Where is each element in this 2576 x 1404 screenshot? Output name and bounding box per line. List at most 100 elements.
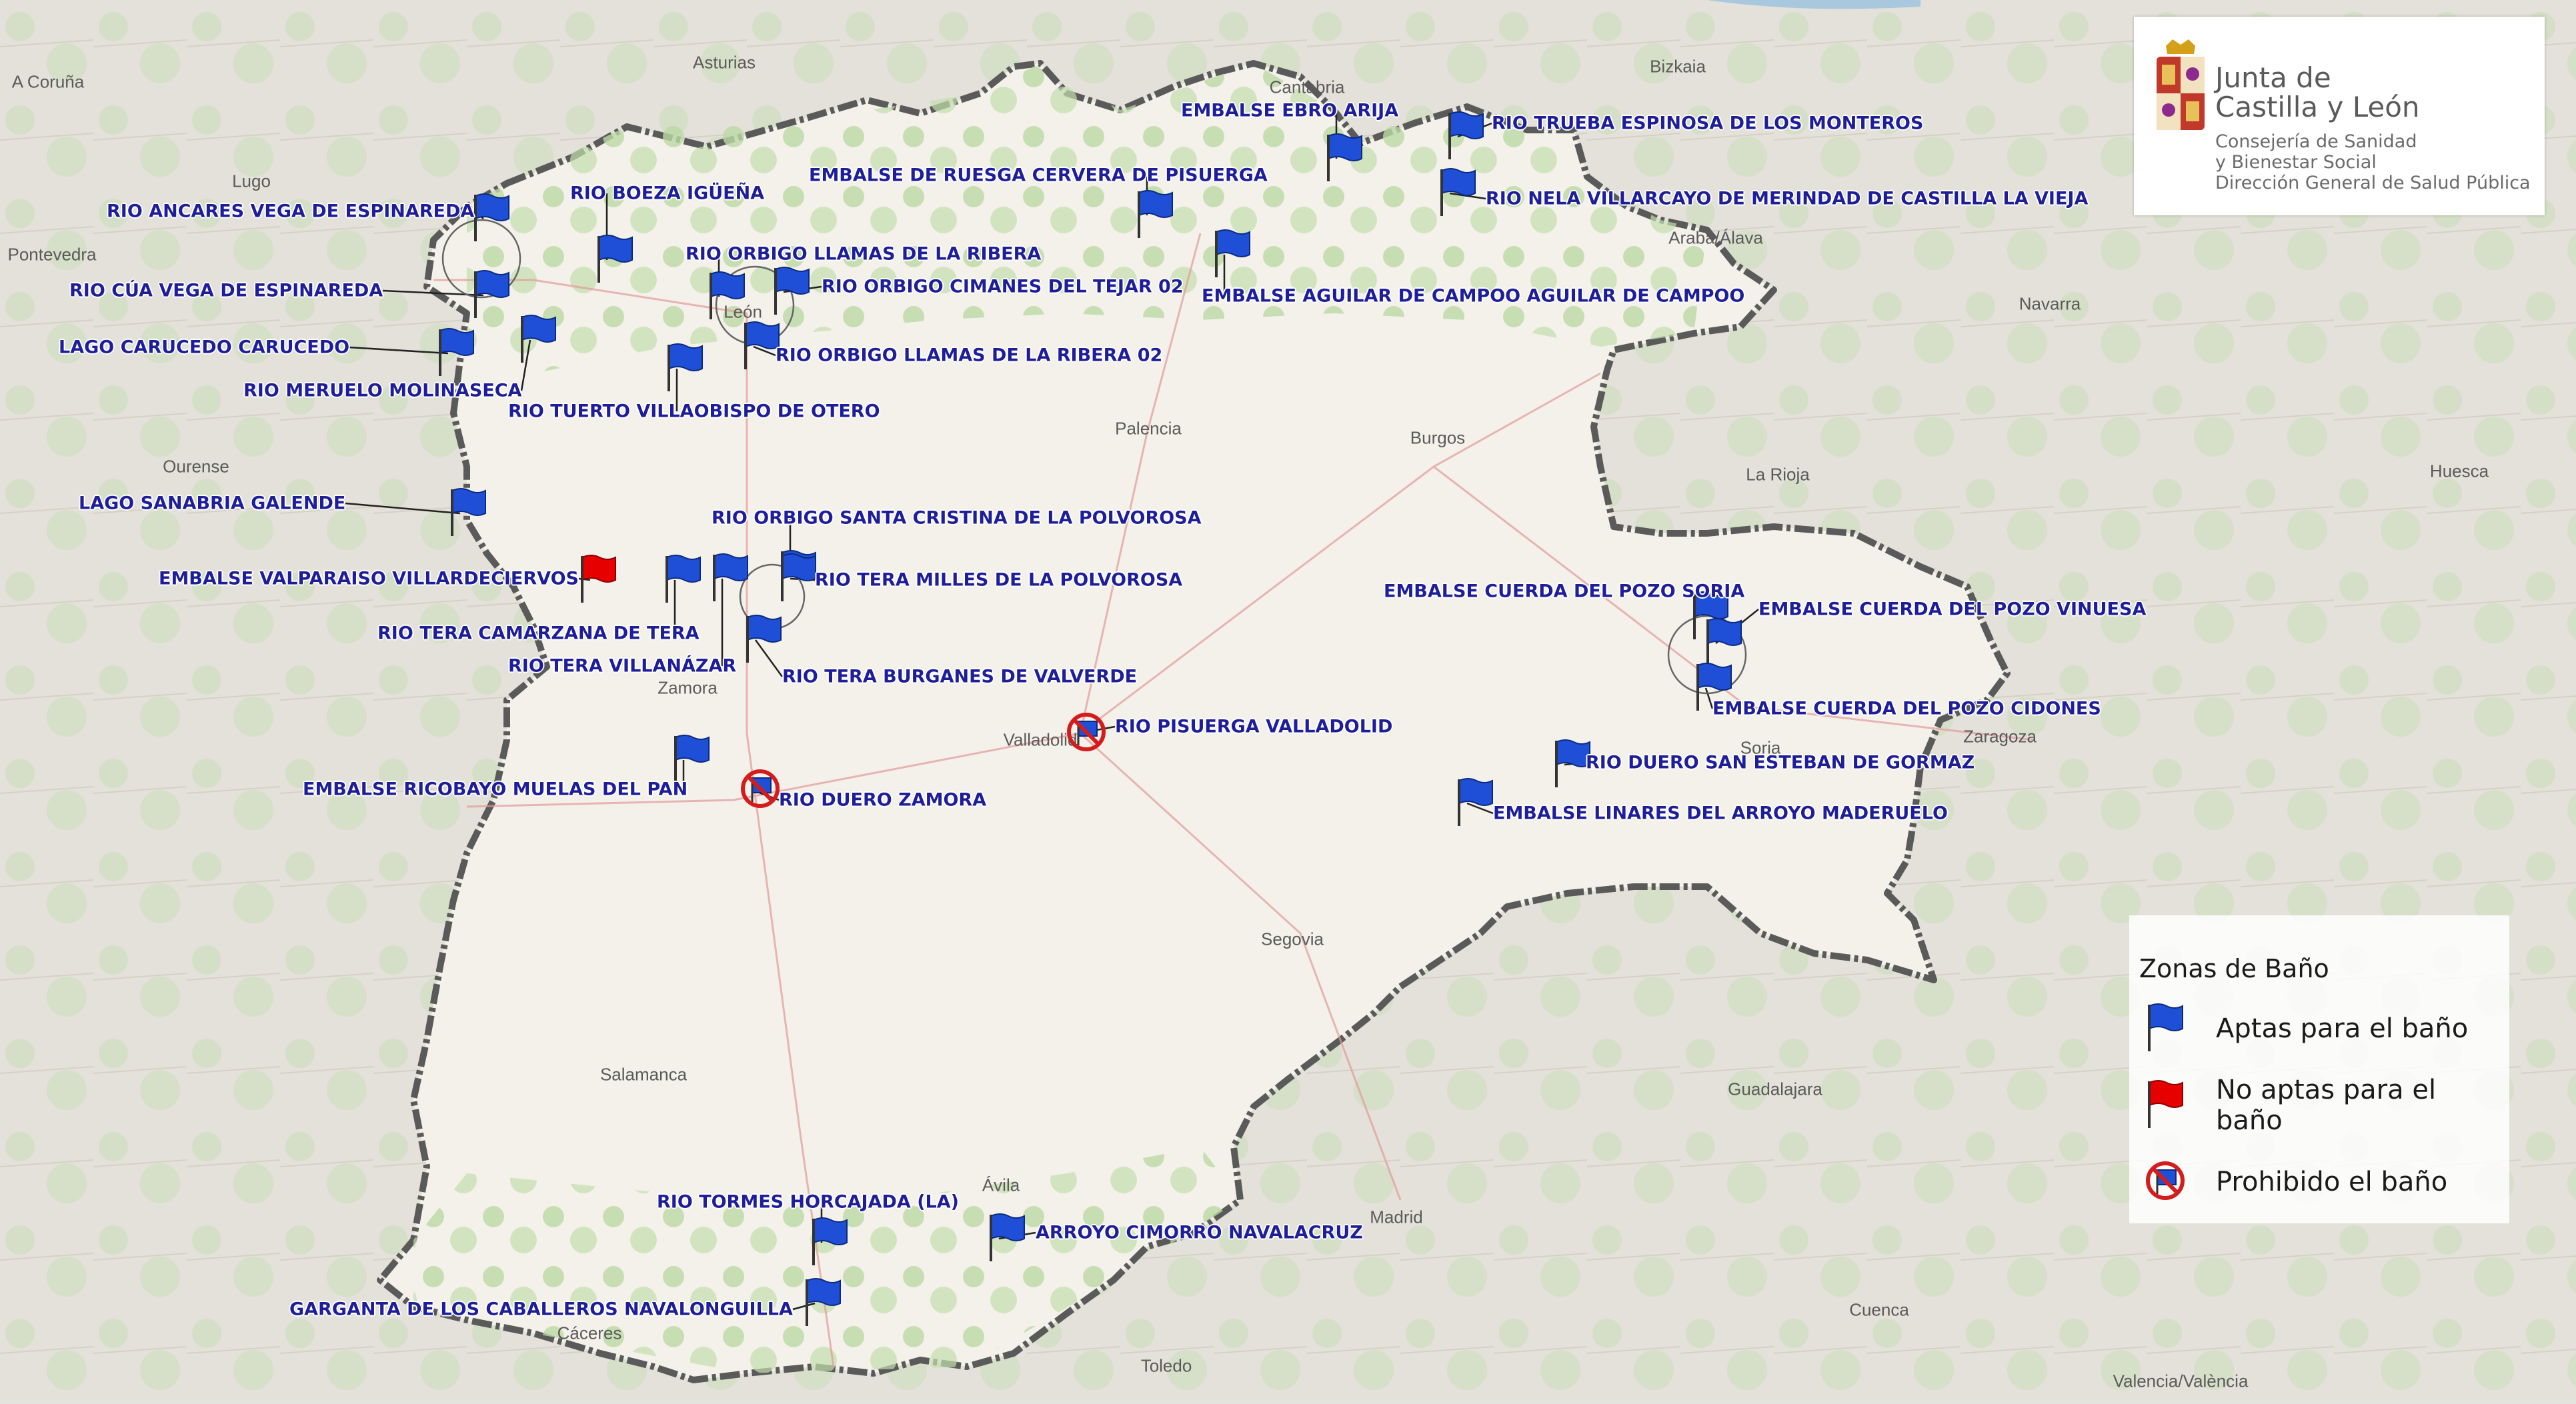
marker-rio-boeza-iguena-blue-flag-icon[interactable] <box>593 233 636 284</box>
marker-arroyo-cimorro-navalacruz-blue-flag-icon[interactable] <box>986 1212 1028 1263</box>
place-label-navarra: Navarra <box>2019 293 2081 314</box>
place-label-pontevedra: Pontevedra <box>7 244 97 265</box>
marker-embalse-de-ruesga-cervera-de-pisuerga-blue-flag-icon[interactable] <box>1134 189 1176 239</box>
zone-label-rio-tera-villanazar: RIO TERA VILLANÁZAR <box>508 655 737 677</box>
marker-rio-meruelo-molinaseca-blue-flag-icon[interactable] <box>517 313 559 364</box>
zone-label-rio-orbigo-llamas-de-la-ribera: RIO ORBIGO LLAMAS DE LA RIBERA <box>686 243 1042 265</box>
marker-embalse-cuerda-del-pozo-vinuesa-blue-flag-icon[interactable] <box>1702 617 1745 667</box>
place-label-cantabria: Cantabria <box>1269 77 1345 97</box>
zone-label-rio-tera-burganes-de-valverde: RIO TERA BURGANES DE VALVERDE <box>782 666 1138 687</box>
legend-title: Zonas de Baño <box>2139 954 2329 983</box>
logo-subtitle: Consejería de Sanidad y Bienestar Social… <box>2215 131 2531 193</box>
place-label-madrid: Madrid <box>1370 1207 1423 1227</box>
legend: Zonas de Baño Aptas para el baño No aptas… <box>2129 915 2509 1223</box>
coat-of-arms-icon <box>2157 39 2205 130</box>
marker-rio-tormes-horcajada-la-blue-flag-icon[interactable] <box>808 1216 851 1267</box>
zone-label-rio-orbigo-cimanes-del-tejar-02: RIO ORBIGO CIMANES DEL TEJAR 02 <box>822 276 1184 297</box>
marker-embalse-linares-del-arroyo-maderuelo-blue-flag-icon[interactable] <box>1454 777 1496 827</box>
zone-label-rio-nela-villarcayo-de-merindad-de-castilla-la-vieja: RIO NELA VILLARCAYO DE MERINDAD DE CASTI… <box>1486 188 2089 209</box>
zone-label-embalse-cuerda-del-pozo-soria: EMBALSE CUERDA DEL POZO SORIA <box>1384 581 1745 602</box>
zone-label-rio-cua-vega-de-espinareda: RIO CÚA VEGA DE ESPINAREDA <box>69 280 383 301</box>
marker-rio-trueba-espinosa-de-los-monteros-blue-flag-icon[interactable] <box>1444 110 1487 161</box>
zone-label-rio-tera-camarzana-de-tera: RIO TERA CAMARZANA DE TERA <box>377 623 700 644</box>
marker-embalse-aguilar-de-campoo-aguilar-de-campoo-blue-flag-icon[interactable] <box>1211 228 1254 279</box>
marker-embalse-ebro-arija-blue-flag-icon[interactable] <box>1323 132 1366 183</box>
place-label-toledo: Toledo <box>1140 1355 1192 1376</box>
place-label-asturias: Asturias <box>693 52 756 73</box>
place-label-segovia: Segovia <box>1261 929 1324 949</box>
logo-sub-line1: Consejería de Sanidad <box>2215 131 2417 152</box>
zone-label-rio-boeza-iguena: RIO BOEZA IGÜEÑA <box>570 183 765 204</box>
logo-sub-line2: y Bienestar Social <box>2215 152 2377 173</box>
place-label-huesca: Huesca <box>2429 461 2489 481</box>
zone-label-rio-tera-milles-de-la-polvorosa: RIO TERA MILLES DE LA POLVOROSA <box>815 569 1183 591</box>
marker-rio-orbigo-cimanes-del-tejar-02-blue-flag-icon[interactable] <box>770 265 813 316</box>
legend-blue-flag-icon <box>2144 1002 2187 1053</box>
marker-lago-carucedo-carucedo-blue-flag-icon[interactable] <box>435 327 477 377</box>
zone-label-embalse-cuerda-del-pozo-cidones: EMBALSE CUERDA DEL POZO CIDONES <box>1712 698 2101 719</box>
place-label-caceres: Cáceres <box>557 1323 622 1343</box>
zone-label-embalse-linares-del-arroyo-maderuelo: EMBALSE LINARES DEL ARROYO MADERUELO <box>1493 803 1948 824</box>
place-label-a-coruna: A Coruña <box>11 71 85 92</box>
logo-title-line2: Castilla y León <box>2215 91 2420 123</box>
zone-label-lago-carucedo-carucedo: LAGO CARUCEDO CARUCEDO <box>59 337 350 358</box>
place-label-cuenca: Cuenca <box>1849 1299 1909 1320</box>
marker-rio-tera-villanazar-blue-flag-icon[interactable] <box>709 552 752 603</box>
place-label-zamora: Zamora <box>658 677 718 698</box>
zone-label-embalse-ebro-arija: EMBALSE EBRO ARIJA <box>1181 100 1399 121</box>
zone-label-rio-duero-san-esteban-de-gormaz: RIO DUERO SAN ESTEBAN DE GORMAZ <box>1586 752 1975 773</box>
marker-garganta-de-los-caballeros-navalonguilla-blue-flag-icon[interactable] <box>802 1277 844 1327</box>
marker-embalse-ricobayo-muelas-del-pan-blue-flag-icon[interactable] <box>670 733 713 784</box>
marker-rio-nela-villarcayo-de-merindad-de-castilla-la-vieja-blue-flag-icon[interactable] <box>1436 167 1479 217</box>
marker-embalse-valparaiso-villardeciervos-red-flag-icon[interactable] <box>577 553 619 604</box>
marker-rio-cua-vega-de-espinareda-blue-flag-icon[interactable] <box>470 269 513 319</box>
zone-label-embalse-de-ruesga-cervera-de-pisuerga: EMBALSE DE RUESGA CERVERA DE PISUERGA <box>809 165 1268 186</box>
marker-rio-duero-zamora-prohibited-icon[interactable] <box>739 763 782 814</box>
place-label-salamanca: Salamanca <box>599 1064 688 1085</box>
zone-label-embalse-aguilar-de-campoo-aguilar-de-campoo: EMBALSE AGUILAR DE CAMPOO AGUILAR DE CAM… <box>1202 285 1745 307</box>
marker-rio-tuerto-villaobispo-de-otero-blue-flag-icon[interactable] <box>664 342 706 393</box>
marker-lago-sanabria-galende-blue-flag-icon[interactable] <box>447 487 489 537</box>
logo-title: Junta de Castilla y León <box>2215 63 2420 122</box>
legend-item-label-aptas-para-el-bano: Aptas para el baño <box>2216 1013 2469 1044</box>
marker-rio-pisuerga-valladolid-prohibited-icon[interactable] <box>1065 707 1108 757</box>
marker-rio-ancares-vega-de-espinareda-blue-flag-icon[interactable] <box>470 192 513 243</box>
zone-label-rio-orbigo-llamas-de-la-ribera-02: RIO ORBIGO LLAMAS DE LA RIBERA 02 <box>776 345 1163 366</box>
zone-label-arroyo-cimorro-navalacruz: ARROYO CIMORRO NAVALACRUZ <box>1036 1222 1363 1243</box>
zone-label-lago-sanabria-galende: LAGO SANABRIA GALENDE <box>79 493 346 514</box>
place-label-bizkaia: Bizkaia <box>1650 56 1706 77</box>
logo-title-line1: Junta de <box>2215 61 2331 94</box>
zone-label-rio-ancares-vega-de-espinareda: RIO ANCARES VEGA DE ESPINAREDA <box>107 201 475 222</box>
zone-label-embalse-cuerda-del-pozo-vinuesa: EMBALSE CUERDA DEL POZO VINUESA <box>1758 599 2147 620</box>
place-label-valencia-valencia: Valencia/València <box>2113 1371 2249 1391</box>
place-label-guadalajara: Guadalajara <box>1728 1079 1822 1099</box>
place-label-lugo: Lugo <box>232 171 271 191</box>
zone-label-rio-pisuerga-valladolid: RIO PISUERGA VALLADOLID <box>1115 716 1393 737</box>
zone-label-rio-orbigo-santa-cristina-de-la-polvorosa: RIO ORBIGO SANTA CRISTINA DE LA POLVOROS… <box>712 507 1202 529</box>
zone-label-rio-meruelo-molinaseca: RIO MERUELO MOLINASECA <box>243 380 522 401</box>
zone-label-rio-duero-zamora: RIO DUERO ZAMORA <box>779 789 987 811</box>
institution-logo: Junta de Castilla y León Consejería de S… <box>2134 17 2545 215</box>
legend-item-label-no-aptas-para-el-bano: No aptas para el baño <box>2216 1075 2437 1136</box>
place-label-araba-alava: Araba/Álava <box>1668 227 1763 248</box>
marker-rio-tera-burganes-de-valverde-blue-flag-icon[interactable] <box>742 613 785 664</box>
place-label-zaragoza: Zaragoza <box>1963 726 2037 747</box>
place-label-ourense: Ourense <box>163 456 229 477</box>
place-label-burgos: Burgos <box>1410 427 1466 448</box>
zone-label-rio-tuerto-villaobispo-de-otero: RIO TUERTO VILLAOBISPO DE OTERO <box>508 401 880 422</box>
place-label-la-rioja: La Rioja <box>1746 464 1810 485</box>
zone-label-garganta-de-los-caballeros-navalonguilla: GARGANTA DE LOS CABALLEROS NAVALONGUILLA <box>289 1299 793 1320</box>
logo-sub-line3: Dirección General de Salud Pública <box>2215 173 2531 193</box>
marker-rio-tera-camarzana-de-tera-blue-flag-icon[interactable] <box>662 553 704 604</box>
marker-rio-tera-milles-de-la-polvorosa-blue-flag-icon[interactable] <box>777 552 820 603</box>
zone-label-rio-tormes-horcajada-la: RIO TORMES HORCAJADA (LA) <box>657 1191 959 1213</box>
zone-label-embalse-valparaiso-villardeciervos: EMBALSE VALPARAISO VILLARDECIERVOS <box>159 568 579 589</box>
zone-label-embalse-ricobayo-muelas-del-pan: EMBALSE RICOBAYO MUELAS DEL PAN <box>303 779 688 800</box>
place-label-palencia: Palencia <box>1115 418 1182 439</box>
legend-item-label-prohibido-el-bano: Prohibido el baño <box>2216 1167 2448 1197</box>
legend-prohibited-icon <box>2144 1155 2187 1206</box>
marker-rio-orbigo-llamas-de-la-ribera-blue-flag-icon[interactable] <box>706 270 748 321</box>
zone-label-rio-trueba-espinosa-de-los-monteros: RIO TRUEBA ESPINOSA DE LOS MONTEROS <box>1492 113 1924 134</box>
place-label-avila: Ávila <box>982 1175 1020 1195</box>
legend-red-flag-icon <box>2144 1079 2187 1129</box>
